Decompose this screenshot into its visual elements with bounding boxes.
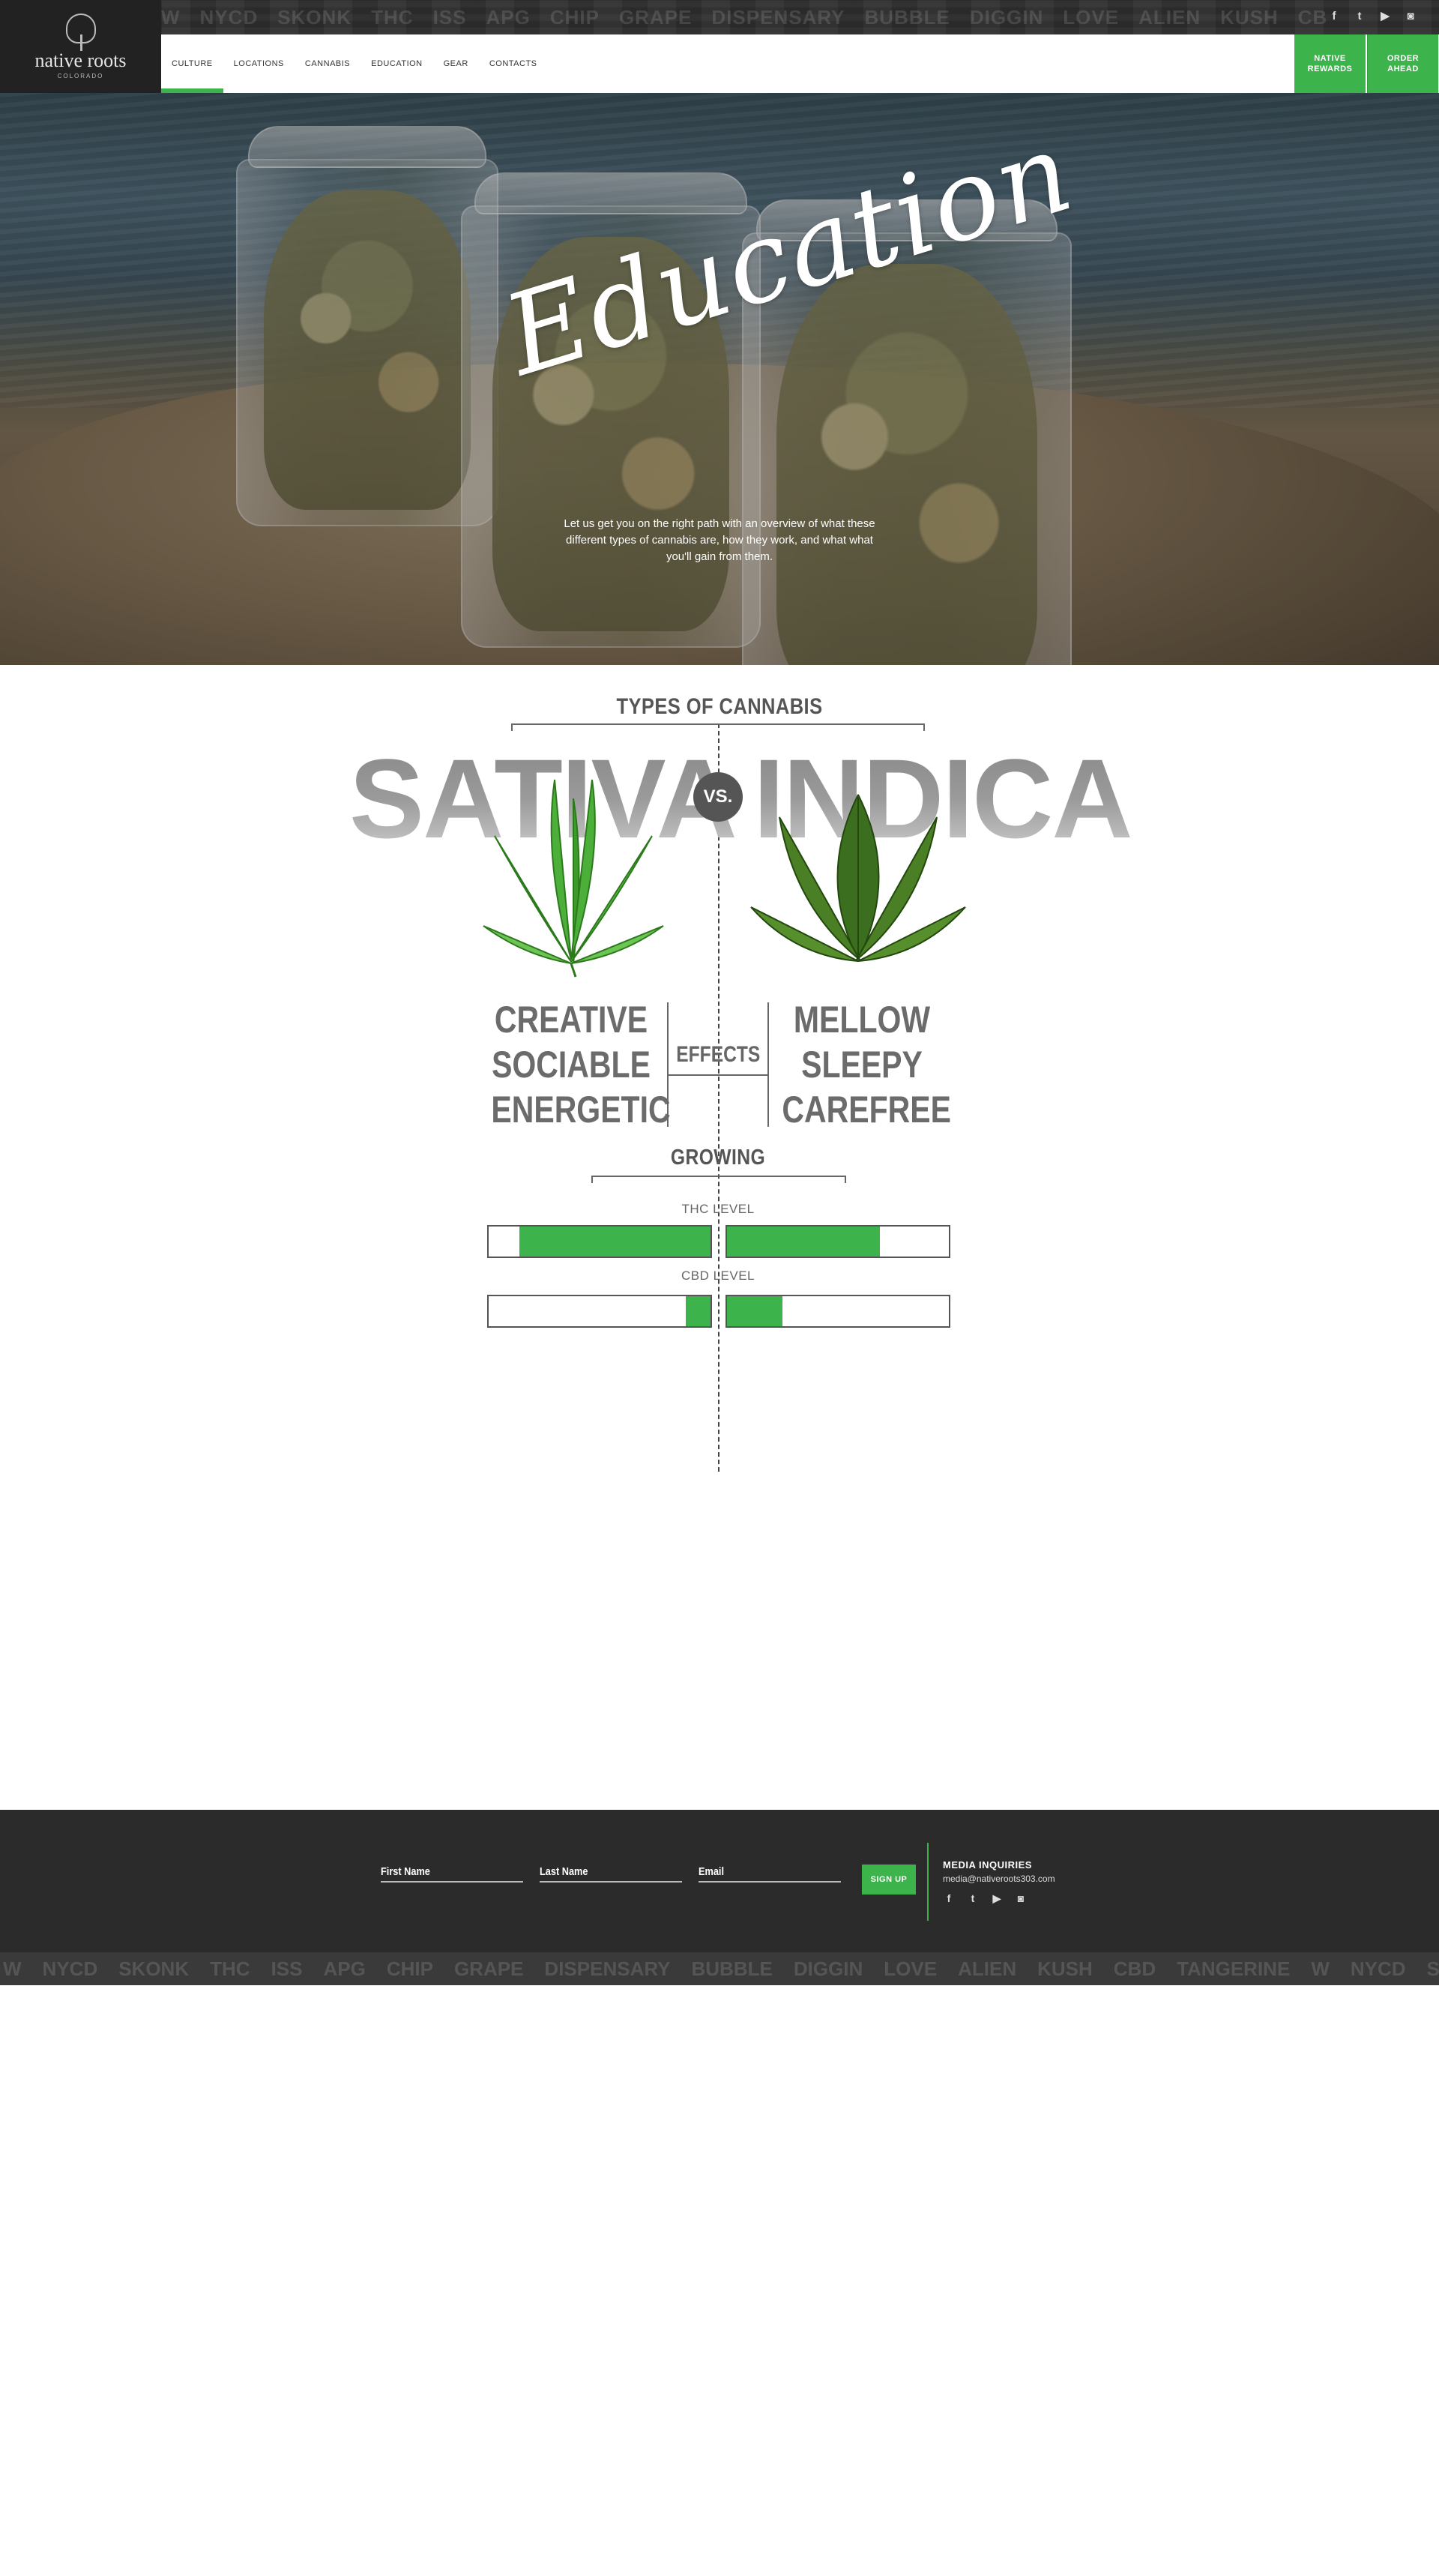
twitter-icon[interactable]: t [965, 1891, 980, 1906]
twitter-icon[interactable]: t [1352, 9, 1367, 24]
top-pattern-bar: W NYCD SKONK THC ISS APG CHIP GRAPE DISPENSARY BU… [0, 0, 1439, 34]
indica-effect-carefree: CAREFREE [782, 1089, 951, 1131]
pattern-word: SKONK [118, 1957, 190, 1980]
sativa-effect-creative: CREATIVE [494, 999, 648, 1041]
footer-divider [927, 1843, 929, 1921]
native-rewards-button[interactable]: NATIVE REWARDS [1294, 34, 1366, 93]
indica-cbd-bar [725, 1295, 950, 1328]
sativa-thc-fill [519, 1227, 711, 1257]
tree-logo-icon [65, 13, 96, 51]
indica-thc-fill [727, 1227, 881, 1257]
indica-thc-bar [725, 1225, 950, 1258]
pattern-word: CBD [1113, 1957, 1156, 1980]
hero-text: Let us get you on the right path with an… [564, 517, 875, 563]
pattern-word: BUBBLE [864, 5, 950, 28]
pattern-word: ALIEN [1138, 5, 1201, 28]
pattern-word: THC [210, 1957, 250, 1980]
sativa-leaf-icon [483, 779, 664, 978]
youtube-icon[interactable]: ▶ [1378, 9, 1393, 24]
pattern-word: KUSH [1220, 5, 1279, 28]
sign-up-button[interactable]: SIGN UP [862, 1865, 916, 1895]
indica-leaf-icon [750, 794, 966, 962]
facebook-icon[interactable]: f [1327, 9, 1342, 24]
pattern-word: W [3, 1957, 22, 1980]
logo-name: native roots [34, 49, 127, 71]
logo[interactable]: native roots COLORADO [0, 0, 161, 93]
pattern-word: GRAPE [453, 1957, 524, 1980]
social-links: f t ▶ ◙ [1327, 9, 1418, 24]
vs-badge: VS. [693, 772, 743, 822]
indica-cbd-fill [727, 1296, 782, 1326]
footer-social-links: f t ▶ ◙ [941, 1891, 1028, 1906]
nav-culture[interactable]: CULTURE [161, 34, 223, 93]
pattern-word: CHIP [549, 5, 600, 28]
facebook-icon[interactable]: f [941, 1891, 956, 1906]
nav-contacts[interactable]: CONTACTS [479, 34, 548, 93]
nav-education[interactable]: EDUCATION [360, 34, 432, 93]
pattern-word: BUBBLE [691, 1957, 773, 1980]
pattern-word: DISPENSARY [544, 1957, 671, 1980]
nav-locations[interactable]: LOCATIONS [223, 34, 295, 93]
nav-gear[interactable]: GEAR [433, 34, 479, 93]
main-nav: CULTURE LOCATIONS CANNABIS EDUCATION GEAR CON… [161, 34, 1294, 93]
pattern-word: SKONK [1426, 1957, 1439, 1980]
pattern-word: DISPENSARY [711, 5, 845, 28]
indica-effect-mellow: MELLOW [793, 999, 931, 1041]
pattern-word: NYCD [199, 5, 259, 28]
order-ahead-button[interactable]: ORDER AHEAD [1367, 34, 1438, 93]
media-inquiries: MEDIA INQUIRIES media@nativeroots303.com [943, 1859, 1055, 1884]
sativa-effect-sociable: SOCIABLE [492, 1044, 651, 1086]
logo-sub: COLORADO [57, 73, 104, 79]
pattern-word: ISS [432, 5, 467, 28]
effects-label: EFFECTS [676, 1042, 761, 1067]
pattern-word: THC [371, 5, 414, 28]
hero-overlay [0, 93, 1439, 665]
sativa-thc-bar [487, 1225, 712, 1258]
pattern-word: LOVE [1063, 5, 1120, 28]
types-bracket [511, 723, 925, 731]
growing-bracket [591, 1176, 846, 1183]
sativa-effects: CREATIVE SOCIABLE ENERGETIC [491, 997, 671, 1132]
growing-heading: GROWING [670, 1146, 766, 1170]
decorative-pattern: W NYCD SKONK THC ISS APG CHIP GRAPE DISPENSARY BU… [161, 0, 1327, 34]
pattern-word: SKONK [277, 5, 352, 28]
pattern-word: CHIP [386, 1957, 433, 1980]
instagram-icon[interactable]: ◙ [1403, 9, 1418, 24]
sativa-cbd-bar [487, 1295, 712, 1328]
pattern-word: DIGGIN [793, 1957, 863, 1980]
instagram-icon[interactable]: ◙ [1013, 1891, 1028, 1906]
indica-effect-sleepy: SLEEPY [801, 1044, 923, 1086]
thc-level-label: THC LEVEL [681, 1202, 755, 1216]
media-heading: MEDIA INQUIRIES [943, 1859, 1032, 1871]
pattern-word: TANGERINE [1177, 1957, 1291, 1980]
pattern-word: APG [323, 1957, 366, 1980]
pattern-word: APG [486, 5, 531, 28]
last-name-field[interactable]: Last Name [540, 1865, 682, 1883]
pattern-word: GRAPE [618, 5, 693, 28]
first-name-field[interactable]: First Name [381, 1865, 523, 1883]
pattern-word: ALIEN [958, 1957, 1017, 1980]
types-heading: TYPES OF CANNABIS [616, 694, 823, 719]
pattern-word: W [161, 5, 181, 28]
bottom-pattern-bar: W NYCD SKONK THC ISS APG CHIP GRAPE DISPENSARY BU… [0, 1952, 1439, 1985]
indica-effects: MELLOW SLEEPY CAREFREE [782, 997, 951, 1132]
sativa-cbd-fill [686, 1296, 711, 1326]
sativa-effect-energetic: ENERGETIC [491, 1089, 671, 1131]
pattern-word: KUSH [1037, 1957, 1093, 1980]
email-field[interactable]: Email [699, 1865, 841, 1883]
pattern-word: W [1311, 1957, 1330, 1980]
nav-cannabis[interactable]: CANNABIS [295, 34, 360, 93]
pattern-word: NYCD [42, 1957, 98, 1980]
media-email-link[interactable]: media@nativeroots303.com [943, 1874, 1055, 1884]
cbd-level-label: CBD LEVEL [681, 1269, 755, 1283]
pattern-word: CBD [1297, 5, 1327, 28]
pattern-word: NYCD [1350, 1957, 1406, 1980]
pattern-word: DIGGIN [969, 5, 1044, 28]
hero-banner [0, 93, 1439, 665]
pattern-word: ISS [271, 1957, 303, 1980]
pattern-word: LOVE [884, 1957, 938, 1980]
youtube-icon[interactable]: ▶ [989, 1891, 1004, 1906]
